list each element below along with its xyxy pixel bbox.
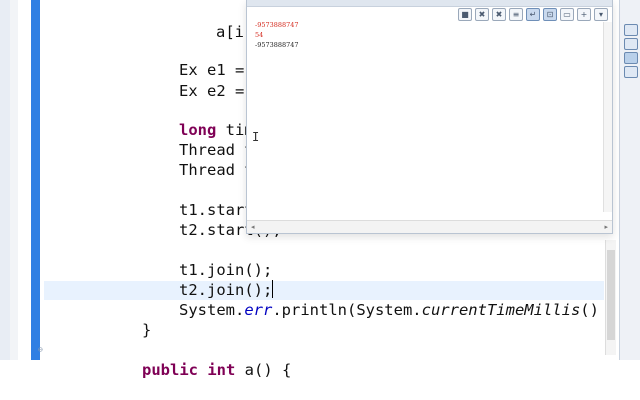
outline-icon[interactable] xyxy=(624,38,638,50)
code-line: t2.join(); xyxy=(123,260,274,299)
view-menu-icon[interactable]: ▾ xyxy=(594,7,608,21)
keyword-int: int xyxy=(207,361,236,379)
problems-icon[interactable] xyxy=(624,66,638,78)
code-text: .println(System. xyxy=(272,301,422,319)
console-line: -9573888747 xyxy=(255,21,299,29)
console-line: 54 xyxy=(255,31,264,39)
scroll-right-icon[interactable]: ▸ xyxy=(604,223,608,231)
console-output[interactable]: -9573888747 54 -9573888747 xyxy=(255,20,299,50)
console-horizontal-scrollbar[interactable]: ◂ ▸ xyxy=(247,220,612,233)
code-line: t1.join(); xyxy=(123,240,272,279)
code-line: } xyxy=(86,300,151,339)
code-text: a() { xyxy=(235,361,292,379)
mouse-ibeam-cursor-icon: I xyxy=(252,130,260,144)
keyword-public: public xyxy=(142,361,198,379)
static-field-err: err xyxy=(244,301,273,319)
pin-console-icon[interactable]: ⊡ xyxy=(543,7,557,21)
code-line: System.err.println(System.currentTimeMil… xyxy=(123,280,640,319)
code-text: } xyxy=(142,321,152,339)
console-view-popup: ■ ✖ ✖ ≡ ↵ ⊡ ▭ + ▾ -9573888747 54 -957388… xyxy=(246,0,613,234)
console-line: -9573888747 xyxy=(255,41,299,49)
word-wrap-icon[interactable]: ↵ xyxy=(526,7,540,21)
code-text: System. xyxy=(179,301,245,319)
remove-all-icon[interactable]: ✖ xyxy=(492,7,506,21)
tasks-icon[interactable] xyxy=(624,24,638,36)
scroll-left-icon[interactable]: ◂ xyxy=(251,223,255,231)
scrollbar-thumb[interactable] xyxy=(607,250,615,340)
code-line: public int a() { xyxy=(86,340,291,379)
code-text: Ex e2 = xyxy=(179,82,254,100)
remove-launch-icon[interactable]: ✖ xyxy=(475,7,489,21)
editor-vertical-scrollbar[interactable] xyxy=(605,240,616,355)
fold-collapse-icon[interactable]: ⊖ xyxy=(38,346,46,354)
annotation-ruler[interactable] xyxy=(10,0,18,360)
change-indicator-bar xyxy=(31,0,40,360)
right-trim-toolbar xyxy=(619,0,640,360)
console-toolbar: ■ ✖ ✖ ≡ ↵ ⊡ ▭ + ▾ xyxy=(458,6,608,22)
console-vertical-scrollbar[interactable] xyxy=(603,22,612,212)
display-selected-console-icon[interactable]: ▭ xyxy=(560,7,574,21)
terminate-icon[interactable]: ■ xyxy=(458,7,472,21)
scroll-lock-icon[interactable]: ≡ xyxy=(509,7,523,21)
static-method-call: currentTimeMillis xyxy=(421,301,581,319)
open-console-icon[interactable]: + xyxy=(577,7,591,21)
console-view-icon[interactable] xyxy=(624,52,638,64)
